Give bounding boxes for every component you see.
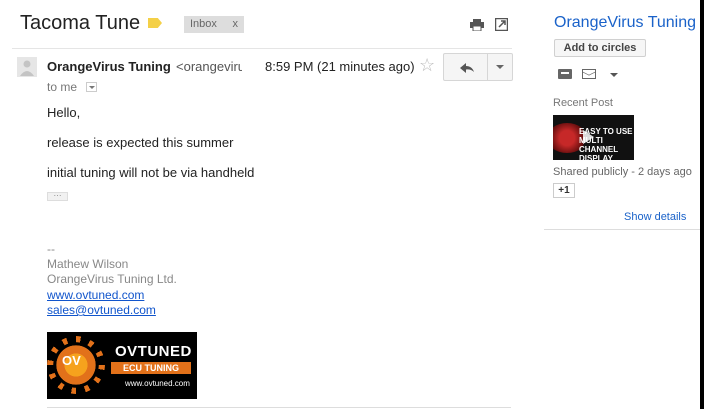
contact-card-icon[interactable] — [558, 69, 572, 79]
sender-avatar[interactable] — [17, 57, 37, 77]
chevron-down-icon — [89, 86, 95, 89]
more-options-button[interactable] — [488, 53, 513, 81]
recent-post-thumbnail[interactable]: EASY TO USE MULTI CHANNEL DISPLAY — [553, 115, 634, 160]
signature-company: OrangeVirus Tuning Ltd. — [47, 272, 177, 286]
chevron-down-icon[interactable] — [610, 73, 618, 77]
sender-email: <orangeviru — [176, 59, 242, 74]
thumbnail-caption: EASY TO USE MULTI CHANNEL DISPLAY — [579, 127, 633, 160]
show-details-toggle[interactable] — [86, 82, 97, 92]
recent-post-heading: Recent Post — [553, 97, 613, 109]
add-to-circles-button[interactable]: Add to circles — [554, 39, 646, 57]
mail-icon[interactable] — [582, 69, 596, 79]
label-tag-icon[interactable] — [148, 18, 162, 28]
logo-brand: OVTUNED — [115, 343, 192, 360]
divider — [12, 48, 512, 49]
plus-one-button[interactable]: +1 — [553, 183, 575, 198]
reply-button[interactable] — [443, 53, 488, 81]
inbox-chip-label: Inbox — [190, 18, 217, 30]
logo-monogram: OV — [62, 353, 81, 368]
divider — [544, 229, 700, 230]
new-window-icon[interactable] — [495, 18, 508, 31]
inbox-label-chip[interactable]: Inbox x — [184, 16, 244, 33]
person-icon — [20, 60, 34, 76]
star-icon[interactable]: ☆ — [419, 55, 435, 76]
window-edge — [700, 0, 704, 409]
shared-timestamp: Shared publicly - 2 days ago — [553, 166, 692, 178]
company-logo: OV OVTUNED ECU TUNING www.ovtuned.com — [47, 332, 197, 399]
reply-icon — [460, 63, 474, 73]
print-icon[interactable] — [470, 19, 484, 31]
sender-name[interactable]: OrangeVirus Tuning — [47, 59, 171, 74]
show-details-link[interactable]: Show details — [624, 211, 686, 223]
signature-name: Mathew Wilson — [47, 257, 129, 271]
logo-url: www.ovtuned.com — [125, 379, 190, 388]
signature-dash: -- — [47, 242, 55, 256]
logo-tagline: ECU TUNING — [111, 362, 191, 374]
body-line: initial tuning will not be via handheld — [47, 165, 255, 180]
remove-label-button[interactable]: x — [233, 18, 239, 30]
body-line: Hello, — [47, 105, 81, 120]
thread-subject: Tacoma Tune — [20, 12, 141, 34]
message-time: 8:59 PM (21 minutes ago) — [265, 59, 415, 74]
divider — [47, 407, 511, 408]
signature-email-link[interactable]: sales@ovtuned.com — [47, 303, 156, 317]
chevron-down-icon — [496, 65, 504, 69]
show-trimmed-content-button[interactable]: ··· — [47, 192, 68, 201]
recipients-label: to me — [47, 80, 78, 94]
body-line: release is expected this summer — [47, 135, 234, 150]
profile-name-link[interactable]: OrangeVirus Tuning — [554, 14, 696, 32]
signature-website-link[interactable]: www.ovtuned.com — [47, 288, 144, 302]
